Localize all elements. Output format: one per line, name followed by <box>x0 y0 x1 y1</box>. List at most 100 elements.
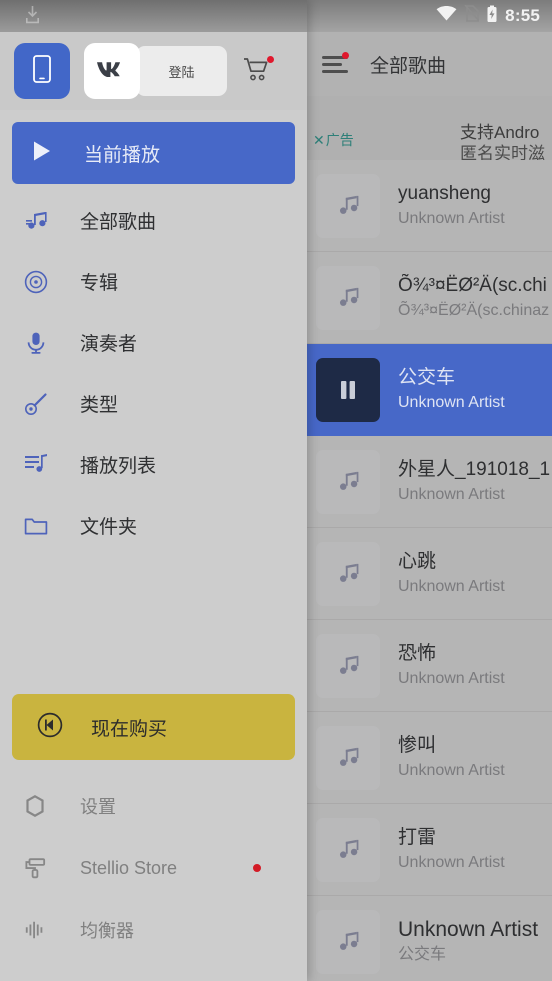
close-icon: ✕ <box>313 132 325 148</box>
song-row[interactable]: Õ¾³¤ËØ²Ä(sc.chi Õ¾³¤ËØ²Ä(sc.chinaz <box>305 252 552 344</box>
drawer-item-now-playing[interactable]: 当前播放 <box>12 122 295 184</box>
drawer-footer-item-3[interactable]: 均衡器 <box>0 899 307 961</box>
buy-now-button[interactable]: 现在购买 <box>12 694 295 760</box>
shopping-cart-button[interactable] <box>243 56 274 88</box>
album-art-placeholder <box>316 633 380 698</box>
drawer-item-label: 专辑 <box>80 273 119 294</box>
song-artist: Unknown Artist <box>398 577 505 595</box>
song-meta: 外星人_191018_1 Unknown Artist <box>398 458 550 506</box>
menu-badge-dot <box>342 52 349 59</box>
equalizer-icon <box>24 919 52 941</box>
status-bar-clock: 8:55 <box>505 6 540 25</box>
ad-line-1: 支持Andro <box>460 123 540 142</box>
phone-login-button[interactable] <box>14 43 70 99</box>
song-artist: Unknown Artist <box>398 209 505 227</box>
app-root: 8:55 全部歌曲 ✕广告 支持Andro 匿名实时滋 yuansheng Unk… <box>0 0 552 981</box>
song-title: Unknown Artist <box>398 917 539 941</box>
wifi-icon <box>436 6 457 26</box>
drawer-item-1[interactable]: 全部歌曲 <box>0 190 307 251</box>
song-meta: Unknown Artist 公交车 <box>398 918 538 966</box>
drawer-item-label: 全部歌曲 <box>80 212 157 233</box>
song-title: 打雷 <box>398 826 437 848</box>
song-meta: 恐怖 Unknown Artist <box>398 642 505 690</box>
song-row[interactable]: 公交车 Unknown Artist <box>305 344 552 436</box>
now-playing-thumbnail <box>316 357 380 422</box>
drawer-footer-label: 均衡器 <box>80 921 134 941</box>
song-row[interactable]: Unknown Artist 公交车 <box>305 896 552 981</box>
album-art-placeholder <box>316 265 380 330</box>
song-meta: Õ¾³¤ËØ²Ä(sc.chi Õ¾³¤ËØ²Ä(sc.chinaz <box>398 274 549 322</box>
drawer-item-label: 播放列表 <box>80 456 157 477</box>
drawer-item-label: 演奏者 <box>80 334 138 355</box>
stellio-logo-icon <box>37 712 63 743</box>
sim-off-icon <box>464 4 480 27</box>
song-artist: Unknown Artist <box>398 393 505 411</box>
drawer-item-label: 类型 <box>80 395 119 416</box>
album-disc-icon <box>24 270 52 294</box>
banjo-genre-icon <box>24 392 52 416</box>
album-art-placeholder <box>316 817 380 882</box>
album-art-placeholder <box>316 909 380 974</box>
song-row[interactable]: 惨叫 Unknown Artist <box>305 712 552 804</box>
song-meta: 打雷 Unknown Artist <box>398 826 505 874</box>
drawer-nav-list: 全部歌曲专辑演奏者类型播放列表文件夹 <box>0 190 307 556</box>
song-title: 恐怖 <box>398 642 437 664</box>
ad-line-2: 匿名实时滋 <box>460 144 545 160</box>
drawer-footer-item-2[interactable]: Stellio Store <box>0 837 307 899</box>
microphone-icon <box>24 331 52 355</box>
drawer-item-5[interactable]: 播放列表 <box>0 434 307 495</box>
song-title: Õ¾³¤ËØ²Ä(sc.chi <box>398 274 547 296</box>
page-title: 全部歌曲 <box>370 55 447 77</box>
drawer-item-label: 文件夹 <box>80 517 138 538</box>
drawer-footer-label: 设置 <box>80 797 116 817</box>
song-artist: Unknown Artist <box>398 853 505 871</box>
phone-login-icon <box>33 54 51 88</box>
album-art-placeholder <box>316 725 380 790</box>
folder-icon <box>24 514 52 538</box>
store-badge-dot <box>253 864 261 872</box>
vk-login-tooltip: 登陆 <box>129 46 227 96</box>
song-row[interactable]: 恐怖 Unknown Artist <box>305 620 552 712</box>
cart-badge-dot <box>267 56 274 63</box>
ad-banner[interactable]: ✕广告 支持Andro 匿名实时滋 <box>305 96 552 160</box>
gear-icon <box>24 795 52 817</box>
battery-charging-icon <box>486 5 498 28</box>
song-artist: Unknown Artist <box>398 485 505 503</box>
drawer-item-3[interactable]: 演奏者 <box>0 312 307 373</box>
download-icon <box>26 6 39 29</box>
song-title: 外星人_191018_1 <box>398 458 551 480</box>
ad-label: 广告 <box>325 132 354 148</box>
ad-text: 支持Andro 匿名实时滋 <box>460 122 552 160</box>
song-row[interactable]: 心跳 Unknown Artist <box>305 528 552 620</box>
vk-logo-icon <box>95 59 129 84</box>
hamburger-menu-icon[interactable] <box>322 52 349 74</box>
song-title: 惨叫 <box>398 734 437 756</box>
shopping-cart-icon <box>243 58 273 88</box>
album-art-placeholder <box>316 449 380 514</box>
song-artist: Unknown Artist <box>398 669 505 687</box>
song-artist: Unknown Artist <box>398 761 505 779</box>
drawer-footer-item-1[interactable]: 设置 <box>0 775 307 837</box>
drawer-footer-label: Stellio Store <box>80 857 178 878</box>
song-title: 心跳 <box>398 550 437 572</box>
song-title: 公交车 <box>398 366 456 388</box>
play-icon <box>32 140 52 167</box>
song-artist: Õ¾³¤ËØ²Ä(sc.chinaz <box>398 301 550 319</box>
drawer-item-6[interactable]: 文件夹 <box>0 495 307 556</box>
song-row[interactable]: 外星人_191018_1 Unknown Artist <box>305 436 552 528</box>
drawer-item-2[interactable]: 专辑 <box>0 251 307 312</box>
song-meta: yuansheng Unknown Artist <box>398 182 505 230</box>
drawer-item-4[interactable]: 类型 <box>0 373 307 434</box>
music-notes-icon <box>24 209 52 233</box>
ad-close-button[interactable]: ✕广告 <box>313 130 354 150</box>
song-row[interactable]: yuansheng Unknown Artist <box>305 160 552 252</box>
album-art-placeholder <box>316 541 380 606</box>
song-list[interactable]: yuansheng Unknown Artist Õ¾³¤ËØ²Ä(sc.chi Õ¾… <box>305 160 552 981</box>
paint-roller-icon <box>24 857 52 879</box>
drawer-footer-list: 设置 Stellio Store 均衡器 <box>0 775 307 961</box>
song-row[interactable]: 打雷 Unknown Artist <box>305 804 552 896</box>
vk-login-button[interactable] <box>84 43 140 99</box>
drawer-item-now-playing-label: 当前播放 <box>84 144 161 166</box>
song-title: yuansheng <box>398 182 491 204</box>
playlist-icon <box>24 453 52 477</box>
